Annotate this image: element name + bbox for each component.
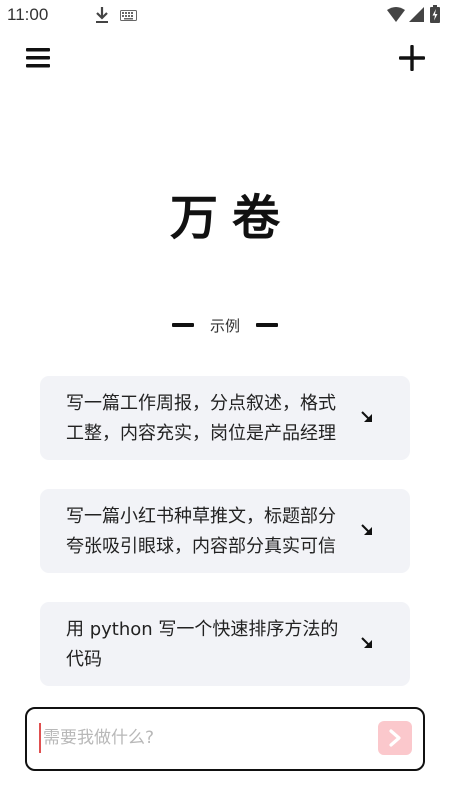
send-button[interactable]	[378, 721, 412, 755]
battery-icon	[430, 5, 440, 23]
example-card-3[interactable]: 用 python 写一个快速排序方法的代码	[40, 602, 410, 686]
prompt-input[interactable]	[39, 723, 363, 753]
example-card-1[interactable]: 写一篇工作周报，分点叙述，格式工整，内容充实，岗位是产品经理	[40, 376, 410, 460]
example-card-2[interactable]: 写一篇小红书种草推文，标题部分夸张吸引眼球，内容部分真实可信	[40, 489, 410, 573]
menu-button[interactable]	[22, 42, 54, 74]
examples-header: 示例	[0, 313, 450, 337]
arrow-down-right-icon	[361, 411, 372, 422]
hamburger-menu-icon	[26, 48, 50, 68]
status-bar: 11:00	[0, 0, 450, 32]
example-text: 写一篇小红书种草推文，标题部分夸张吸引眼球，内容部分真实可信	[66, 506, 336, 557]
arrow-down-right-icon	[361, 524, 372, 535]
download-icon	[96, 7, 108, 23]
app-logo: 万卷	[169, 190, 294, 246]
plus-icon	[399, 45, 425, 71]
keyboard-icon	[120, 10, 137, 21]
arrow-down-right-icon	[361, 637, 372, 648]
prompt-input-box	[25, 707, 425, 771]
wifi-icon	[387, 7, 405, 22]
divider-right	[256, 323, 278, 327]
new-chat-button[interactable]	[394, 40, 430, 76]
status-time: 11:00	[7, 5, 49, 24]
signal-icon	[409, 7, 424, 22]
examples-label: 示例	[209, 316, 240, 335]
divider-left	[171, 323, 194, 327]
example-text: 用 python 写一个快速排序方法的代码	[66, 619, 339, 670]
example-text: 写一篇工作周报，分点叙述，格式工整，内容充实，岗位是产品经理	[66, 393, 336, 444]
chevron-right-icon	[389, 729, 401, 747]
